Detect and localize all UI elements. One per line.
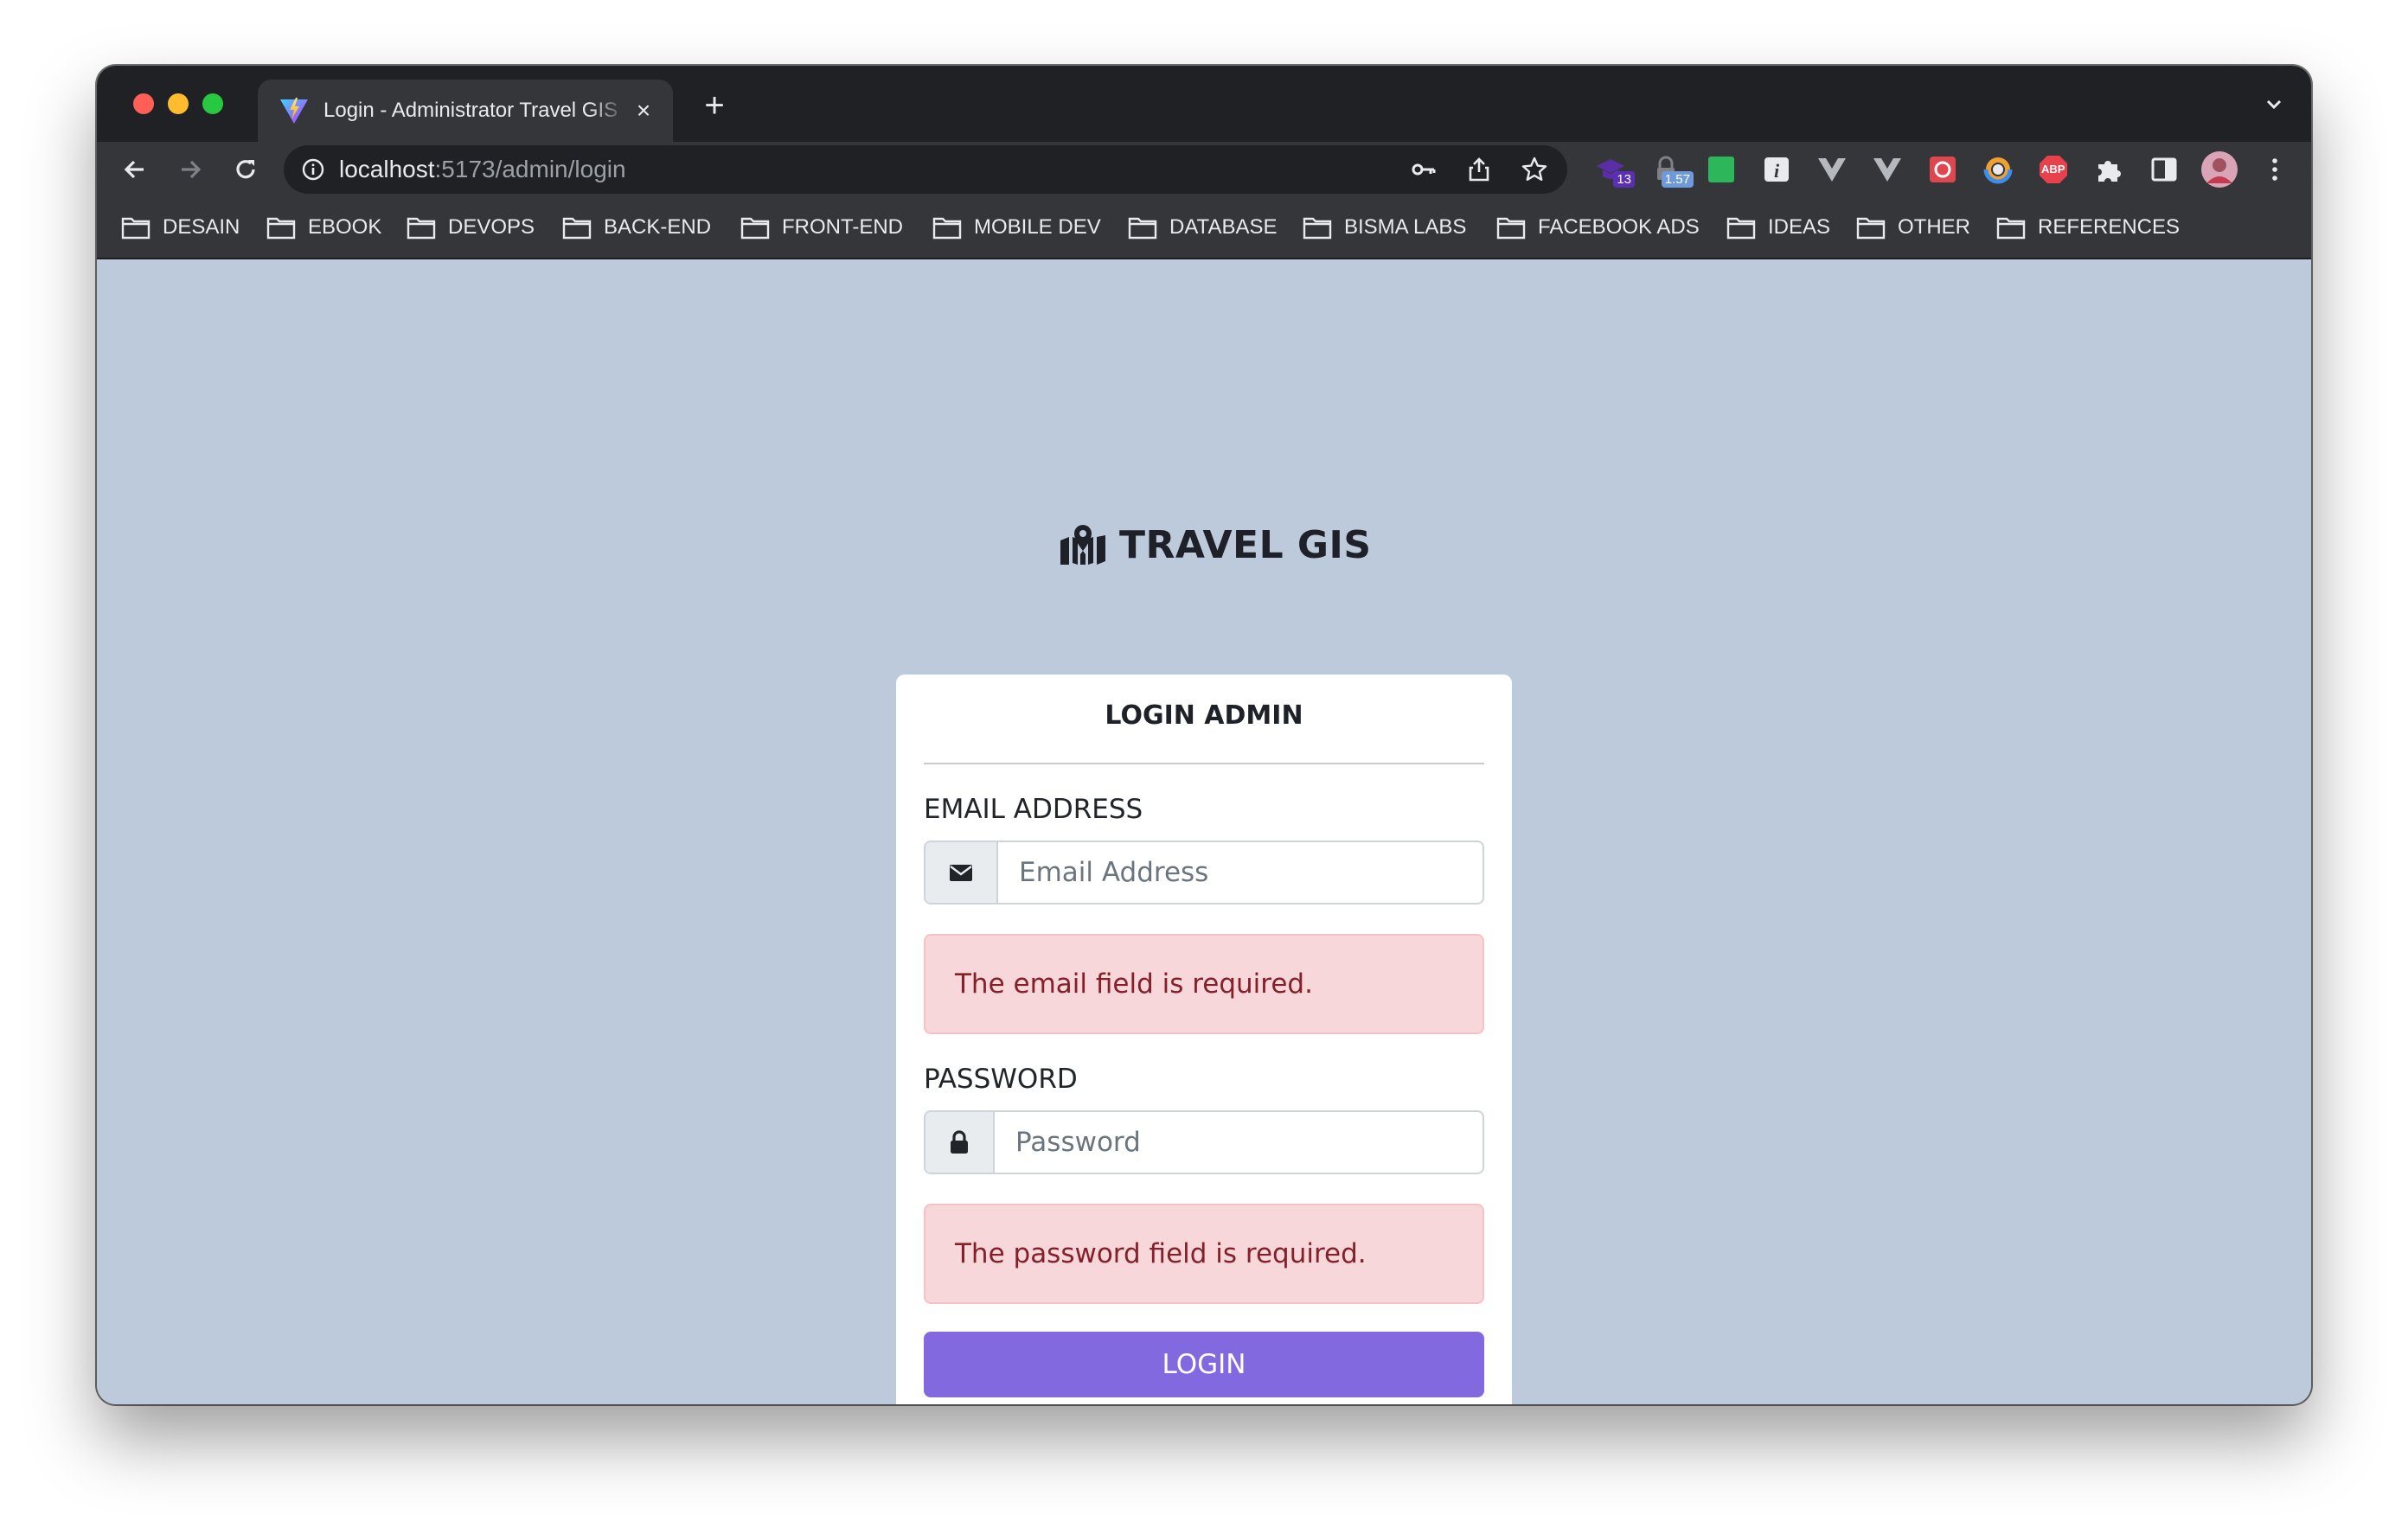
map-location-icon [1060, 525, 1105, 565]
login-card: LOGIN ADMIN EMAIL ADDRESS The email fiel… [896, 674, 1512, 1404]
key-icon[interactable] [1410, 156, 1438, 183]
extension-lock-timer-icon[interactable]: 1.57 [1650, 154, 1694, 188]
new-tab-button[interactable]: + [697, 88, 732, 123]
envelope-icon [950, 865, 972, 881]
folder-icon [1496, 217, 1526, 240]
brand-heading: TRAVEL GIS [1059, 519, 1372, 571]
bookmark-folder-front-end[interactable]: FRONT-END [740, 213, 903, 242]
lock-icon [951, 1130, 968, 1154]
close-window-button[interactable] [133, 93, 154, 114]
browser-tab-active[interactable]: Login - Administrator Travel GIS × [258, 80, 673, 142]
email-input-group [924, 841, 1484, 904]
maximize-window-button[interactable] [202, 93, 223, 114]
bookmark-label: EBOOK [308, 215, 382, 239]
tab-search-chevron-icon[interactable] [2261, 92, 2287, 118]
reload-icon[interactable] [230, 154, 261, 185]
bookmark-folder-devops[interactable]: DEVOPS [407, 213, 535, 242]
folder-icon [1996, 217, 2026, 240]
bookmark-folder-mobile-dev[interactable]: MOBILE DEV [932, 213, 1101, 242]
login-button[interactable]: LOGIN [924, 1332, 1484, 1397]
extensions-puzzle-icon[interactable] [2093, 154, 2124, 185]
page-content: TRAVEL GIS LOGIN ADMIN EMAIL ADDRESS The… [97, 259, 2311, 1404]
adblock-label: ABP [2041, 163, 2065, 176]
folder-icon [1303, 217, 1332, 240]
folder-icon [740, 217, 770, 240]
extension-red-bug-icon[interactable] [1927, 154, 1958, 185]
card-divider [924, 763, 1484, 764]
site-info-icon[interactable] [301, 157, 325, 182]
bookmark-label: BACK-END [604, 215, 712, 239]
vite-favicon-icon [280, 98, 308, 124]
url-host: localhost [339, 156, 435, 182]
bookmark-folder-ideas[interactable]: IDEAS [1726, 213, 1830, 242]
email-addon [925, 842, 998, 903]
extension-green-square-icon[interactable] [1706, 154, 1737, 185]
bookmark-label: DEVOPS [448, 215, 535, 239]
bookmark-label: IDEAS [1768, 215, 1831, 239]
extension-graduation-icon[interactable]: 13 [1595, 154, 1635, 188]
forward-arrow-icon[interactable] [175, 154, 206, 185]
folder-icon [1726, 217, 1756, 240]
share-icon[interactable] [1465, 156, 1493, 183]
bookmark-star-icon[interactable] [1521, 156, 1548, 183]
folder-icon [932, 217, 962, 240]
folder-icon [1856, 217, 1886, 240]
extension-badge-count: 13 [1613, 171, 1635, 188]
folder-icon [407, 217, 436, 240]
bookmark-folder-references[interactable]: REFERENCES [1996, 213, 2180, 242]
card-title: LOGIN ADMIN [1105, 700, 1303, 731]
svg-text:i: i [1774, 160, 1780, 182]
folder-icon [562, 217, 592, 240]
bookmark-label: OTHER [1898, 215, 1970, 239]
bookmark-folder-bisma-labs[interactable]: BISMA LABS [1303, 213, 1466, 242]
bookmark-label: REFERENCES [2038, 215, 2181, 239]
bookmark-folder-database[interactable]: DATABASE [1128, 213, 1277, 242]
bookmark-label: BISMA LABS [1344, 215, 1467, 239]
back-arrow-icon[interactable] [119, 154, 150, 185]
bookmark-folder-back-end[interactable]: BACK-END [562, 213, 711, 242]
browser-window: Login - Administrator Travel GIS × + loc… [97, 66, 2311, 1404]
tab-bar: Login - Administrator Travel GIS × + [97, 66, 2311, 142]
chrome-menu-icon[interactable] [2259, 154, 2290, 185]
url-text: localhost:5173/admin/login [339, 156, 626, 183]
minimize-window-button[interactable] [168, 93, 189, 114]
extension-info-icon[interactable]: i [1761, 154, 1792, 185]
password-input-group [924, 1110, 1484, 1174]
tab-title: Login - Administrator Travel GIS [323, 99, 618, 122]
folder-icon [121, 217, 150, 240]
password-label: PASSWORD [924, 1064, 1078, 1095]
bookmark-label: FRONT-END [782, 215, 903, 239]
bookmarks-bar: DESAIN EBOOK DEVOPS BACK-END FRONT-END M… [97, 197, 2311, 259]
bookmark-label: FACEBOOK ADS [1538, 215, 1700, 239]
extension-vue-devtools-icon[interactable] [1816, 154, 1848, 185]
bookmark-folder-ebook[interactable]: EBOOK [266, 213, 381, 242]
extension-adblock-icon[interactable]: ABP [2038, 154, 2069, 185]
email-field[interactable] [998, 842, 1483, 903]
bookmark-label: DESAIN [163, 215, 240, 239]
email-error-alert: The email field is required. [924, 934, 1484, 1034]
extension-color-ring-icon[interactable] [1982, 154, 2014, 185]
bookmark-folder-facebook-ads[interactable]: FACEBOOK ADS [1496, 213, 1700, 242]
password-error-alert: The password field is required. [924, 1204, 1484, 1304]
profile-avatar[interactable] [2200, 150, 2238, 189]
password-addon [925, 1112, 995, 1173]
brand-title: TRAVEL GIS [1119, 522, 1372, 567]
side-panel-icon[interactable] [2149, 154, 2180, 185]
browser-toolbar: localhost:5173/admin/login 13 1.57 i ABP [97, 142, 2311, 197]
bookmark-label: DATABASE [1169, 215, 1278, 239]
tab-close-icon[interactable]: × [630, 97, 657, 125]
folder-icon [1128, 217, 1157, 240]
extension-badge-value: 1.57 [1661, 171, 1694, 188]
folder-icon [266, 217, 296, 240]
url-path: :5173/admin/login [434, 156, 626, 182]
email-label: EMAIL ADDRESS [924, 794, 1143, 825]
bookmark-folder-other[interactable]: OTHER [1856, 213, 1970, 242]
bookmark-folder-desain[interactable]: DESAIN [121, 213, 240, 242]
bookmark-label: MOBILE DEV [974, 215, 1101, 239]
address-bar[interactable]: localhost:5173/admin/login [284, 145, 1567, 194]
extension-vue-icon[interactable] [1872, 154, 1903, 185]
password-field[interactable] [995, 1112, 1483, 1173]
